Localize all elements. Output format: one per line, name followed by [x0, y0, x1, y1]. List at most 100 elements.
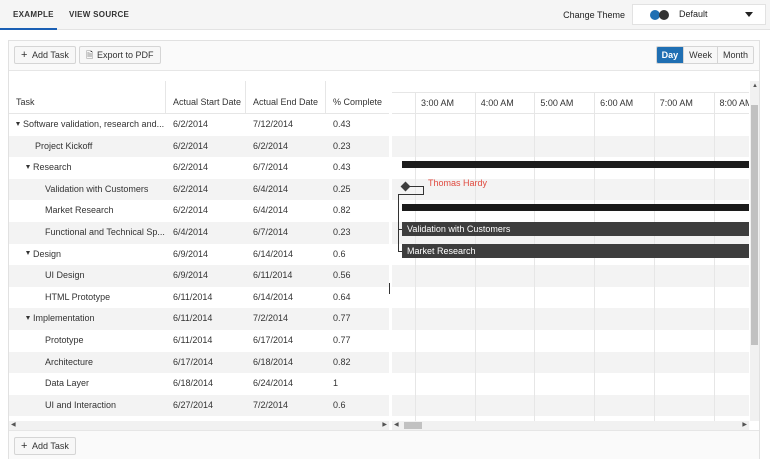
theme-select[interactable]: Default: [632, 4, 766, 25]
table-row[interactable]: Implementation 6/11/2014 7/2/2014 0.77: [9, 308, 389, 330]
start-date-cell: 6/11/2014: [173, 313, 213, 324]
scroll-thumb[interactable]: [751, 105, 758, 345]
column-header-task[interactable]: Task: [9, 81, 166, 114]
table-row[interactable]: Data Layer 6/18/2014 6/24/2014 1: [9, 373, 389, 395]
start-date-cell: 6/17/2014: [173, 356, 214, 367]
start-date-cell: 6/2/2014: [173, 205, 209, 216]
expand-arrow-icon[interactable]: [26, 316, 30, 321]
view-month-button[interactable]: Month: [716, 47, 753, 63]
task-name-cell[interactable]: HTML Prototype: [9, 287, 166, 309]
gantt-footer: + Add Task: [9, 430, 759, 459]
table-row[interactable]: Software validation, research and... 6/2/…: [9, 114, 389, 136]
start-date-cell: 6/2/2014: [173, 140, 209, 151]
dependency-line: [398, 194, 399, 251]
table-row[interactable]: Project Kickoff 6/2/2014 6/2/2014 0.23: [9, 135, 389, 158]
percent-complete-cell: 0.77: [333, 313, 351, 324]
tab-example[interactable]: EXAMPLE: [0, 0, 57, 30]
table-row[interactable]: Prototype 6/11/2014 6/17/2014 0.77: [9, 330, 389, 352]
task-name-cell[interactable]: UI Design: [9, 265, 166, 287]
resource-label: Thomas Hardy: [428, 178, 488, 188]
end-date-cell: 7/2/2014: [253, 313, 289, 324]
task-name-cell[interactable]: Validation with Customers: [9, 179, 166, 201]
percent-complete-cell: 0.64: [333, 291, 351, 302]
view-switcher: Day Week Month: [655, 46, 754, 64]
start-date-cell: 6/4/2014: [173, 227, 209, 237]
export-pdf-button[interactable]: 🗎 Export to PDF: [79, 46, 161, 64]
table-row[interactable]: UI and Interaction 6/27/2014 7/2/2014 0.6: [9, 394, 389, 417]
summary-bar-research[interactable]: [402, 204, 749, 211]
timeline-header: 3:00 AM 4:00 AM 5:00 AM 6:00 AM 7:00 AM 8:00 …: [392, 93, 749, 114]
add-task-button[interactable]: + Add Task: [14, 46, 76, 64]
table-row[interactable]: Functional and Technical Sp... 6/4/2014 6/…: [9, 222, 389, 244]
end-date-cell: 6/14/2014: [253, 248, 294, 259]
expand-arrow-icon[interactable]: [26, 251, 30, 256]
end-date-cell: 6/14/2014: [253, 291, 294, 302]
start-date-cell: 6/11/2014: [173, 291, 213, 302]
scroll-right-icon[interactable]: ▶: [742, 421, 747, 430]
timeline-hour-header: 5:00 AM: [534, 93, 594, 114]
percent-complete-cell: 0.6: [333, 248, 346, 259]
timeline-row: [392, 287, 749, 309]
start-date-cell: 6/9/2014: [173, 270, 209, 281]
scroll-left-icon[interactable]: ◀: [11, 421, 16, 430]
dependency-line: [410, 186, 424, 187]
table-row[interactable]: UI Design 6/9/2014 6/11/2014 0.56: [9, 265, 389, 287]
percent-complete-cell: 0.56: [333, 270, 351, 281]
dependency-line: [398, 251, 402, 252]
percent-complete-cell: 1: [333, 378, 339, 389]
scroll-thumb[interactable]: [404, 422, 422, 429]
percent-complete-cell: 0.43: [333, 119, 351, 129]
task-name-cell[interactable]: Functional and Technical Sp...: [9, 222, 166, 244]
task-name-cell[interactable]: Software validation, research and...: [9, 114, 166, 136]
splitter[interactable]: [389, 81, 391, 421]
timeline-row: [392, 265, 749, 287]
plus-icon: +: [21, 440, 28, 452]
footer-add-task-button[interactable]: + Add Task: [14, 437, 76, 455]
theme-value: Default: [679, 9, 708, 19]
task-name-cell[interactable]: Implementation: [9, 308, 166, 330]
percent-complete-cell: 0.82: [333, 356, 351, 367]
summary-bar-software[interactable]: [402, 161, 749, 168]
timeline-hour-header: 4:00 AM: [474, 93, 535, 114]
table-row[interactable]: Architecture 6/17/2014 6/18/2014 0.82: [9, 351, 389, 374]
table-row[interactable]: Research 6/2/2014 6/7/2014 0.43: [9, 157, 389, 179]
dependency-line: [398, 194, 424, 195]
task-name-cell[interactable]: Architecture: [9, 352, 166, 374]
timeline-header-top: [392, 81, 749, 93]
task-bar-validation[interactable]: Validation with Customers: [402, 222, 749, 236]
task-name-cell[interactable]: Data Layer: [9, 373, 166, 395]
start-date-cell: 6/11/2014: [173, 335, 213, 345]
scroll-left-icon[interactable]: ◀: [394, 421, 399, 430]
expand-arrow-icon[interactable]: [26, 164, 30, 169]
task-bar-market-research[interactable]: Market Research: [402, 244, 749, 258]
scroll-up-icon[interactable]: ▲: [752, 82, 758, 91]
task-name-cell[interactable]: UI and Interaction: [9, 395, 166, 417]
tab-view-source[interactable]: VIEW SOURCE: [69, 0, 129, 30]
grid-horizontal-scrollbar[interactable]: ◀ ▶: [9, 421, 389, 430]
view-day-button[interactable]: Day: [656, 47, 684, 63]
splitter-handle[interactable]: [389, 283, 390, 294]
column-header-end[interactable]: Actual End Date: [246, 81, 326, 114]
column-header-complete[interactable]: % Complete: [326, 81, 389, 114]
timeline-row: [392, 135, 749, 158]
timeline-row: [392, 308, 749, 330]
view-week-button[interactable]: Week: [683, 47, 717, 63]
timeline-horizontal-scrollbar[interactable]: ◀ ▶: [392, 421, 749, 430]
task-name-cell[interactable]: Research: [9, 157, 166, 179]
task-name-cell[interactable]: Design: [9, 244, 166, 266]
task-name-cell[interactable]: Project Kickoff: [9, 136, 166, 158]
table-row[interactable]: HTML Prototype 6/11/2014 6/14/2014 0.64: [9, 287, 389, 309]
column-header-start[interactable]: Actual Start Date: [166, 81, 246, 114]
table-row[interactable]: Market Research 6/2/2014 6/4/2014 0.82: [9, 200, 389, 222]
vertical-scrollbar[interactable]: ▲: [750, 81, 759, 421]
task-name-cell[interactable]: Market Research: [9, 200, 166, 222]
timeline-row: [392, 373, 749, 395]
table-row[interactable]: Design 6/9/2014 6/14/2014 0.6: [9, 244, 389, 266]
scroll-right-icon[interactable]: ▶: [382, 421, 387, 430]
table-row[interactable]: Validation with Customers 6/2/2014 6/4/201…: [9, 178, 389, 201]
document-icon: 🗎: [86, 50, 94, 60]
expand-arrow-icon[interactable]: [16, 121, 20, 126]
task-name-cell[interactable]: Prototype: [9, 330, 166, 352]
timeline-hour-header: 3:00 AM: [415, 93, 475, 114]
plus-icon: +: [21, 49, 28, 61]
